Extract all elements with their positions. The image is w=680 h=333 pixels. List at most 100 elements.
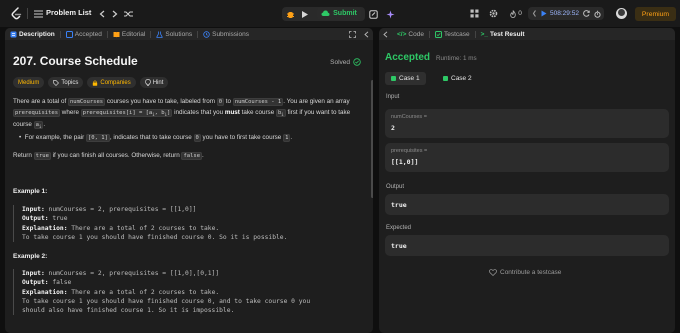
output-box: true [385, 194, 669, 215]
contribute-label: Contribute a testcase [500, 269, 562, 276]
timer[interactable]: ❮ 508:29:52 [528, 7, 604, 20]
topics-label: Topics [61, 79, 79, 86]
explanation-text: There are a total of 2 courses to take. [71, 224, 220, 232]
collapse-panel-icon[interactable] [360, 28, 373, 40]
text: if you can finish all courses. Otherwise… [50, 152, 182, 159]
list-icon[interactable] [33, 8, 43, 19]
inline-code: 0 [193, 134, 201, 142]
inline-code: true [33, 152, 51, 160]
companies-chip[interactable]: Companies [87, 77, 136, 88]
case-1-label: Case 1 [399, 75, 420, 82]
output-value: true [391, 201, 407, 209]
text: indicates that you [172, 108, 225, 116]
inline-code: prerequisites[i] = [ai, bi] [80, 108, 173, 117]
notes-icon[interactable] [367, 8, 379, 20]
play-icon[interactable] [541, 10, 547, 17]
layout-grid-icon[interactable] [469, 8, 480, 19]
text: you have to first take course [200, 134, 284, 141]
tag-icon [53, 79, 60, 86]
tab-testcase-label: Testcase [443, 30, 470, 38]
input-label: Input: [22, 206, 45, 213]
tab-test-result-label: Test Result [490, 30, 525, 38]
text: take course [239, 108, 276, 116]
user-avatar[interactable] [616, 8, 627, 19]
companies-label: Companies [100, 79, 131, 86]
output-value: false [52, 279, 72, 287]
explanation-label: Explanation: [22, 224, 68, 232]
explanation-text: There are a total of 2 courses to take. [71, 288, 220, 296]
shuffle-icon[interactable] [123, 8, 134, 19]
problem-title: 207. Course Schedule [13, 54, 138, 68]
scrollbar[interactable] [371, 80, 373, 198]
example-1-label: Example 1: [13, 188, 48, 195]
tab-code[interactable]: </> Code [392, 28, 429, 40]
upload-cloud-icon [321, 10, 330, 16]
prev-problem-icon[interactable] [97, 8, 107, 19]
tab-solutions[interactable]: Solutions [151, 28, 197, 40]
pass-dot-icon [443, 76, 448, 81]
solved-status: Solved [330, 58, 361, 66]
example-2-box: Input: numCourses = 2, prerequisites = [… [13, 269, 361, 316]
inline-code: false [181, 152, 203, 160]
book-icon [113, 31, 120, 37]
case-1-button[interactable]: Case 1 [385, 72, 426, 85]
runtime-info: Runtime: 1 ms [436, 55, 477, 62]
inline-code: prerequisites [13, 108, 61, 117]
check-circle-icon [353, 58, 361, 66]
flask-icon [156, 31, 164, 38]
hint-chip[interactable]: Hint [139, 77, 169, 88]
tab-test-result[interactable]: >_ Test Result [476, 28, 530, 40]
premium-button[interactable]: Premium [635, 7, 676, 21]
settings-gear-icon[interactable] [488, 8, 499, 19]
tab-testcase[interactable]: Testcase [430, 28, 475, 40]
example-line: Input: numCourses = 2, prerequisites = [… [22, 205, 361, 214]
case-2-button[interactable]: Case 2 [437, 72, 478, 85]
example-line: Input: numCourses = 2, prerequisites = [… [22, 269, 361, 278]
problem-list-link[interactable]: Problem List [46, 8, 91, 17]
inline-code: numCourses [67, 98, 106, 106]
inline-code: 0 [216, 98, 225, 106]
result-status: Accepted [385, 52, 431, 63]
expand-panel-icon[interactable] [345, 28, 360, 40]
run-icon[interactable] [299, 8, 311, 20]
example-line: should also have finished course 1. So i… [22, 307, 235, 315]
inline-code: ai [33, 121, 44, 129]
topics-chip[interactable]: Topics [48, 77, 84, 88]
example-line: Output: false [22, 278, 361, 287]
leetcode-logo-icon[interactable] [9, 6, 23, 20]
submit-button[interactable]: Submit [317, 7, 361, 20]
streak-counter[interactable]: 0 [507, 8, 525, 19]
tab-accepted[interactable]: Accepted [61, 28, 107, 40]
output-label: Output: [22, 215, 49, 223]
stopwatch-icon[interactable] [594, 10, 601, 18]
expected-value: true [391, 242, 407, 250]
contribute-testcase-link[interactable]: Contribute a testcase [489, 269, 561, 276]
terminal-icon: >_ [480, 30, 489, 38]
text: . You are given an array [283, 98, 350, 105]
collapse-left-icon[interactable] [379, 28, 392, 40]
divider [27, 8, 28, 19]
explanation-label: Explanation: [22, 288, 68, 296]
history-icon [203, 30, 210, 38]
text: , b [154, 109, 165, 116]
output-label: Output: [22, 279, 49, 287]
text: . [43, 121, 46, 129]
collapse-timer-icon[interactable]: ❮ [532, 10, 537, 17]
tab-solutions-label: Solutions [165, 30, 193, 38]
submit-label: Submit [333, 10, 357, 17]
example-2-label: Example 2: [13, 253, 48, 260]
text: Return [13, 152, 34, 159]
reset-icon[interactable] [583, 10, 590, 17]
tab-description[interactable]: Description [5, 28, 60, 40]
tab-editorial[interactable]: Editorial [108, 28, 150, 40]
next-problem-icon[interactable] [110, 8, 120, 19]
debug-icon[interactable] [284, 8, 296, 20]
tab-submissions[interactable]: Submissions [198, 28, 254, 40]
input-heading: Input [386, 94, 400, 100]
var-value: 2 [391, 124, 395, 132]
example-1-box: Input: numCourses = 2, prerequisites = [… [13, 205, 361, 243]
streak-count: 0 [518, 10, 522, 17]
result-panel: </> Code Testcase >_ Test Result Accepte… [379, 28, 675, 333]
ai-sparkle-icon[interactable] [384, 8, 396, 20]
text: . [290, 134, 293, 141]
